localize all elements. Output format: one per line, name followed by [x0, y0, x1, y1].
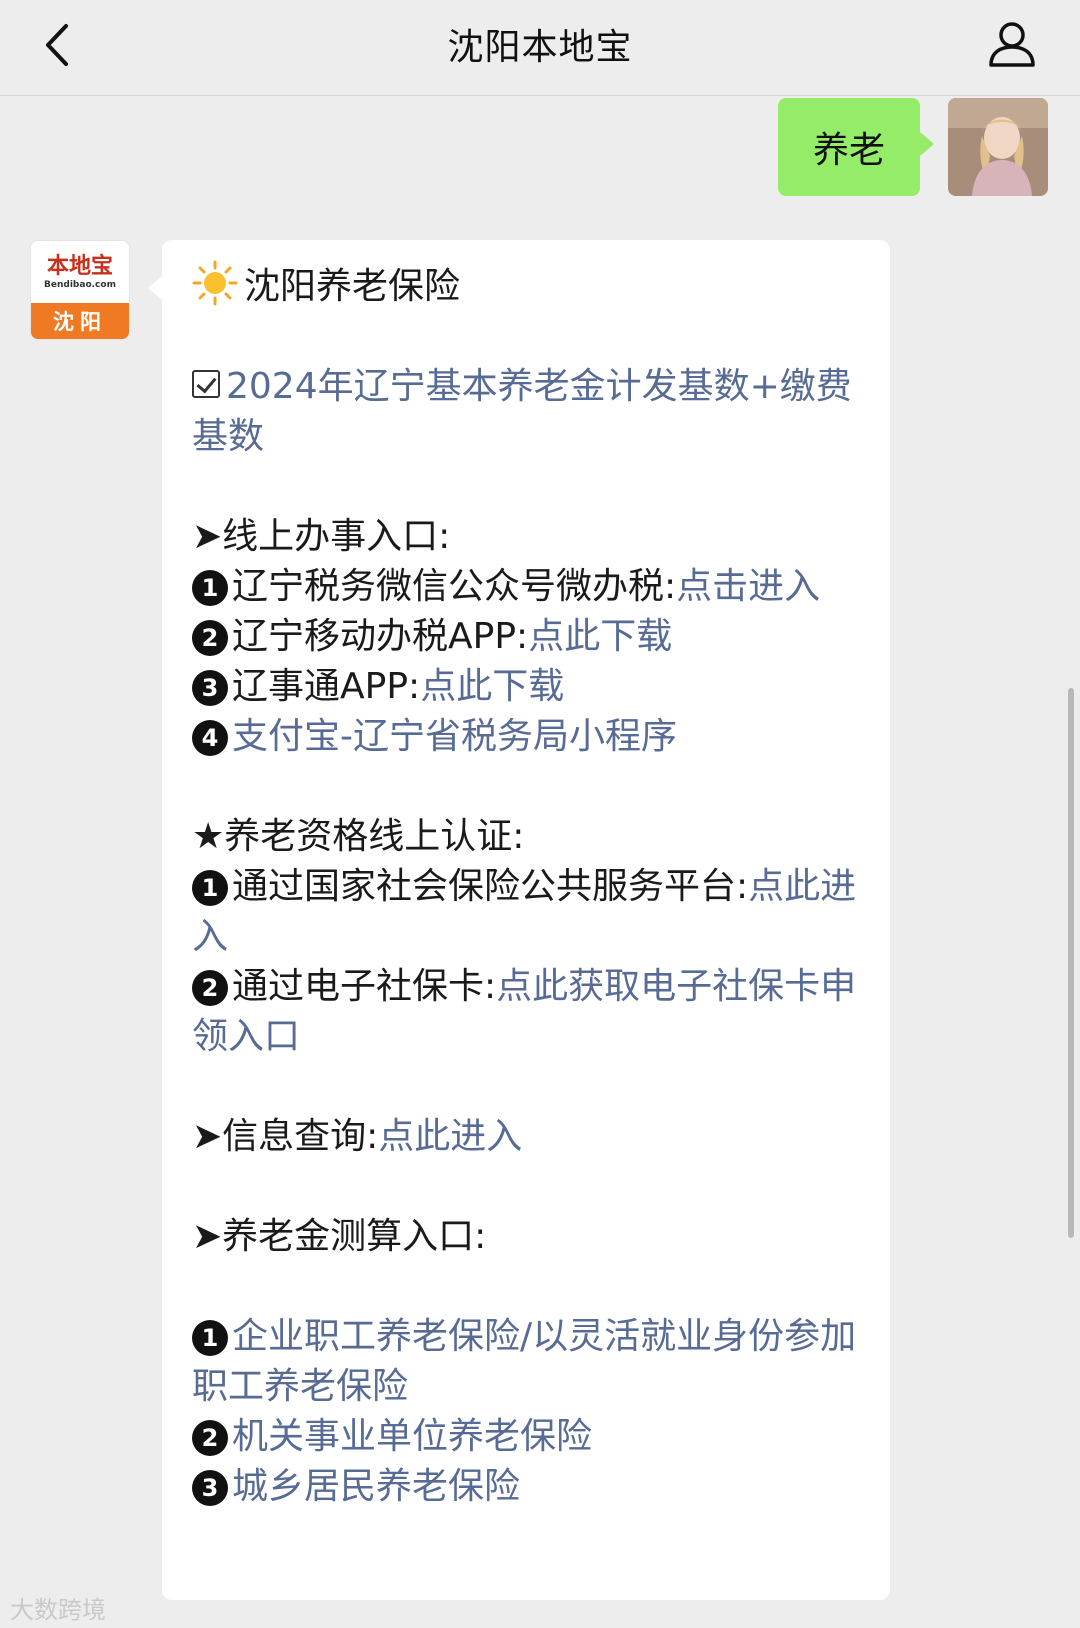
number-2-icon: 2: [192, 620, 228, 656]
online-item-3-link[interactable]: 点此下载: [420, 666, 564, 707]
number-4-icon: 4: [192, 720, 228, 756]
online-item-1: 1 辽宁税务微信公众号微办税:点击进入: [192, 562, 864, 612]
bot-message-content: 沈阳养老保险 2024年辽宁基本养老金计发基数+缴费基数 ➤线上办事入口: 1辽…: [192, 260, 864, 1512]
online-heading: ➤线上办事入口:: [192, 516, 451, 557]
sun-icon: [192, 260, 238, 306]
online-item-2: 2 辽宁移动办税APP:点此下载: [192, 612, 864, 662]
user-message-bubble[interactable]: 养老: [778, 98, 934, 196]
calc-item-3-link[interactable]: 城乡居民养老保险: [232, 1466, 520, 1507]
user-icon[interactable]: [986, 18, 1038, 70]
certify-item-2-text: 通过电子社保卡:: [232, 966, 497, 1007]
number-3-icon: 3: [192, 670, 228, 706]
online-item-1-text: 辽宁税务微信公众号微办税:: [232, 566, 677, 607]
number-1-icon: 1: [192, 1320, 228, 1356]
logo-domain: Bendibao.com: [44, 280, 116, 290]
calc-item-3: 3 城乡居民养老保险: [192, 1462, 864, 1512]
link-2024-base[interactable]: 2024年辽宁基本养老金计发基数+缴费基数: [192, 366, 852, 457]
calc-item-2: 2 机关事业单位养老保险: [192, 1412, 864, 1462]
watermark: 大数跨境: [10, 1596, 106, 1624]
reply-title-line: 沈阳养老保险: [192, 260, 864, 312]
number-2-icon: 2: [192, 1420, 228, 1456]
number-1-icon: 1: [192, 870, 228, 906]
item-2024-line: 2024年辽宁基本养老金计发基数+缴费基数: [192, 362, 864, 462]
certify-heading: ★养老资格线上认证:: [192, 816, 525, 857]
certify-item-2: 2 通过电子社保卡:点此获取电子社保卡申领入口: [192, 962, 864, 1062]
scrollbar[interactable]: [1068, 688, 1074, 1238]
info-line: ➤信息查询:点此进入: [192, 1112, 864, 1162]
info-link[interactable]: 点此进入: [378, 1116, 522, 1157]
number-3-icon: 3: [192, 1470, 228, 1506]
certify-item-1-text: 通过国家社会保险公共服务平台:: [232, 866, 749, 907]
online-item-4: 4 支付宝-辽宁省税务局小程序: [192, 712, 864, 762]
online-item-2-text: 辽宁移动办税APP:: [232, 616, 529, 657]
calc-heading: ➤养老金测算入口:: [192, 1216, 487, 1257]
bot-avatar[interactable]: 本地宝 Bendibao.com 沈阳: [30, 240, 130, 340]
calc-item-1: 1 企业职工养老保险/以灵活就业身份参加职工养老保险: [192, 1312, 864, 1412]
user-avatar[interactable]: [948, 98, 1048, 196]
checkbox-icon: [192, 370, 220, 398]
calc-item-2-link[interactable]: 机关事业单位养老保险: [232, 1416, 592, 1457]
avatar-photo: [948, 98, 1048, 196]
reply-title: 沈阳养老保险: [244, 266, 461, 307]
calc-item-1-link[interactable]: 企业职工养老保险/以灵活就业身份参加职工养老保险: [192, 1316, 856, 1407]
top-nav-bar: 沈阳本地宝: [0, 0, 1080, 96]
certify-item-1: 1 通过国家社会保险公共服务平台:点此进入: [192, 862, 864, 962]
online-item-2-link[interactable]: 点此下载: [528, 616, 672, 657]
logo-name: 本地宝: [46, 254, 113, 279]
page-title: 沈阳本地宝: [447, 27, 633, 68]
number-1-icon: 1: [192, 570, 228, 606]
bot-message-bubble: 沈阳养老保险 2024年辽宁基本养老金计发基数+缴费基数 ➤线上办事入口: 1辽…: [148, 240, 890, 1600]
online-item-3: 3 辽事通APP:点此下载: [192, 662, 864, 712]
number-2-icon: 2: [192, 970, 228, 1006]
online-item-3-text: 辽事通APP:: [232, 666, 421, 707]
online-item-1-link[interactable]: 点击进入: [676, 566, 820, 607]
logo-city: 沈阳: [31, 303, 129, 339]
online-item-4-link[interactable]: 支付宝-辽宁省税务局小程序: [232, 716, 677, 757]
info-heading: ➤信息查询:: [192, 1116, 379, 1157]
